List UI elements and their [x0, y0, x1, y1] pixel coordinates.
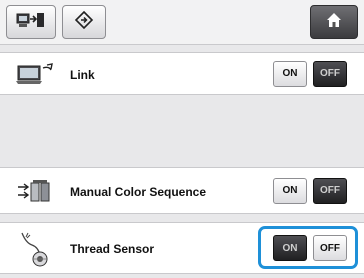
computer-link-icon [16, 62, 54, 91]
setting-row-thread-sensor: Thread Sensor ON OFF [0, 222, 364, 274]
setting-label-manual-color-sequence: Manual Color Sequence [70, 185, 207, 199]
link-on-button[interactable]: ON [273, 60, 307, 87]
machine-transfer-button[interactable] [6, 5, 56, 39]
machine-transfer-icon [16, 10, 46, 35]
home-button[interactable] [310, 5, 358, 39]
direction-diamond-icon [74, 10, 94, 35]
manual-color-sequence-off-button[interactable]: OFF [313, 177, 347, 204]
setting-row-link: Link ON OFF [0, 52, 364, 95]
thread-sensor-on-button[interactable]: ON [273, 235, 307, 261]
manual-color-sequence-on-button[interactable]: ON [273, 177, 307, 204]
thread-spool-icon [18, 231, 52, 272]
top-toolbar [0, 0, 364, 45]
settings-screen: Link ON OFF Manual Color Sequence ON OFF [0, 0, 364, 278]
setting-row-manual-color-sequence: Manual Color Sequence ON OFF [0, 167, 364, 214]
color-sequence-icon [16, 179, 54, 210]
home-icon [325, 11, 343, 34]
thread-sensor-off-button[interactable]: OFF [313, 235, 347, 261]
link-off-button[interactable]: OFF [313, 60, 347, 87]
setting-label-link: Link [70, 68, 95, 82]
direction-button[interactable] [62, 5, 106, 39]
setting-label-thread-sensor: Thread Sensor [70, 242, 155, 256]
